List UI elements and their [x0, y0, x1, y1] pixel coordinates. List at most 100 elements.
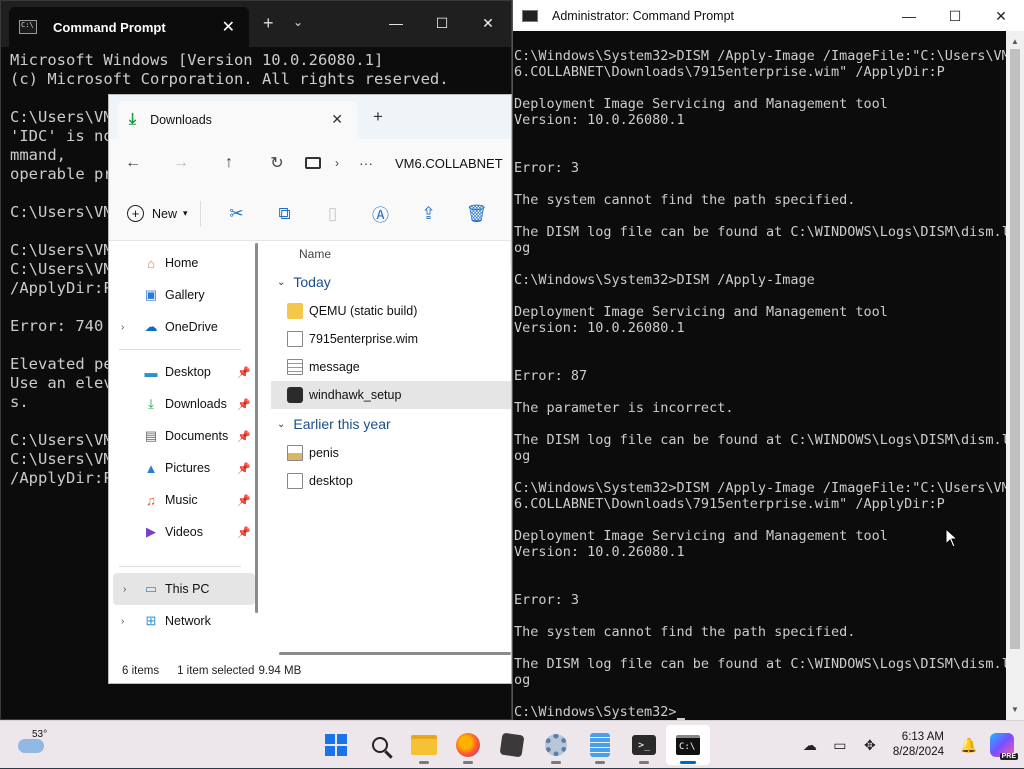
taskbar-notepad[interactable]	[578, 725, 622, 765]
terminal-line: (c) Microsoft Corporation. All rights re…	[10, 70, 449, 88]
rename-icon[interactable]: Ⓐ	[357, 201, 405, 226]
title-bar[interactable]: Administrator: Command Prompt — ☐ ✕	[513, 0, 1024, 31]
terminal-line: og	[514, 672, 531, 688]
copilot-button[interactable]: PRE	[990, 733, 1018, 760]
sidebar-item-gallery[interactable]: ▣ Gallery	[109, 279, 263, 311]
terminal-icon: >_	[632, 735, 656, 755]
terminal-line: The system cannot find the path specifie…	[514, 192, 856, 208]
sidebar-item-network[interactable]: › ⊞ Network	[109, 605, 263, 637]
list-item[interactable]: windhawk_setup	[271, 381, 511, 409]
this-pc-icon[interactable]	[305, 157, 321, 169]
taskbar-file-explorer[interactable]	[402, 725, 446, 765]
pin-icon: 📌	[237, 526, 251, 539]
scroll-down-icon[interactable]: ▼	[1011, 705, 1019, 714]
taskbar-settings[interactable]	[534, 725, 578, 765]
share-icon[interactable]: ⇪	[405, 204, 453, 224]
list-item[interactable]: message	[271, 353, 511, 381]
tab-command-prompt[interactable]: Command Prompt ✕	[9, 7, 249, 47]
group-header-today[interactable]: ⌄ Today	[271, 267, 511, 297]
close-tab-icon[interactable]: ✕	[331, 111, 343, 128]
sidebar-item-videos[interactable]: ▶ Videos 📌	[109, 516, 263, 548]
date: 8/28/2024	[892, 746, 944, 758]
file-icon	[287, 331, 303, 347]
sidebar-item-this-pc[interactable]: › ▭ This PC	[113, 573, 255, 605]
pin-icon: 📌	[237, 494, 251, 507]
terminal-line: Deployment Image Servicing and Managemen…	[514, 96, 888, 112]
temperature: 53°	[32, 729, 48, 740]
terminal-line: Error: 3	[514, 592, 580, 608]
maximize-button[interactable]: ☐	[932, 0, 978, 32]
sidebar-item-downloads[interactable]: ⤓ Downloads 📌	[109, 388, 263, 420]
scrollbar-thumb[interactable]	[1010, 49, 1020, 649]
close-button[interactable]: ✕	[978, 0, 1024, 32]
list-item[interactable]: penis	[271, 439, 511, 467]
taskbar-command-prompt[interactable]: C:\	[666, 725, 710, 765]
chevron-right-icon[interactable]: ›	[123, 584, 126, 595]
close-button[interactable]: ✕	[465, 7, 511, 39]
taskbar-windhawk[interactable]	[490, 725, 534, 765]
horizontal-scrollbar[interactable]	[279, 652, 511, 655]
divider	[119, 349, 241, 350]
new-tab-button[interactable]: +	[263, 13, 274, 34]
accessibility-icon[interactable]: ✥	[859, 734, 881, 756]
notification-bell-icon[interactable]: 🔔	[958, 734, 980, 756]
chevron-down-icon: ⌄	[277, 418, 286, 430]
breadcrumb-overflow-button[interactable]: ···	[359, 155, 373, 171]
forward-button[interactable]: →	[157, 154, 205, 172]
sidebar-item-home[interactable]: ⌂ Home	[109, 247, 263, 279]
copy-icon[interactable]: ⧉	[261, 204, 309, 224]
new-button[interactable]: + New ▾	[127, 205, 188, 222]
sidebar-item-documents[interactable]: ▤ Documents 📌	[109, 420, 263, 452]
network-disconnected-icon[interactable]: ☁	[799, 734, 821, 756]
chevron-right-icon[interactable]: ›	[335, 156, 339, 170]
navigation-pane: ⌂ Home ▣ Gallery › ☁ OneDrive ▬ Desktop …	[109, 241, 263, 659]
display-icon[interactable]: ▭	[829, 734, 851, 756]
delete-icon[interactable]: 🗑	[453, 204, 501, 224]
clock[interactable]: 6:13 AM 8/28/2024	[893, 730, 944, 760]
explorer-body: ⌂ Home ▣ Gallery › ☁ OneDrive ▬ Desktop …	[109, 241, 511, 659]
sidebar-item-desktop[interactable]: ▬ Desktop 📌	[109, 356, 263, 388]
sidebar-item-pictures[interactable]: ▲ Pictures 📌	[109, 452, 263, 484]
back-button[interactable]: ←	[109, 154, 157, 172]
list-item[interactable]: 7915enterprise.wim	[271, 325, 511, 353]
taskbar-terminal[interactable]: >_	[622, 725, 666, 765]
sidebar-item-onedrive[interactable]: › ☁ OneDrive	[109, 311, 263, 343]
maximize-button[interactable]: ☐	[419, 7, 465, 39]
chevron-right-icon[interactable]: ›	[121, 616, 124, 627]
sidebar-item-music[interactable]: ♫ Music 📌	[109, 484, 263, 516]
paste-icon[interactable]: ▯	[309, 204, 357, 224]
column-header-name[interactable]: Name	[271, 241, 511, 267]
terminal-line: Error: 87	[514, 368, 588, 384]
search-button[interactable]	[358, 725, 402, 765]
tab-downloads[interactable]: ⤓ Downloads ✕	[117, 101, 357, 139]
item-count: 6 items	[122, 665, 160, 677]
group-header-earlier-this-year[interactable]: ⌄ Earlier this year	[271, 409, 511, 439]
cmd-icon	[19, 20, 37, 34]
close-tab-icon[interactable]: ✕	[222, 17, 235, 37]
chevron-right-icon[interactable]: ›	[121, 322, 124, 333]
preview-badge: PRE	[999, 753, 1018, 760]
breadcrumb[interactable]: VM6.COLLABNET	[395, 156, 503, 171]
refresh-button[interactable]: ↻	[253, 153, 301, 173]
list-item[interactable]: QEMU (static build)	[271, 297, 511, 325]
tab-dropdown-button[interactable]: ⌄	[293, 15, 303, 29]
start-button[interactable]	[314, 725, 358, 765]
terminal-output[interactable]: C:\Windows\System32>DISM /Apply-Image /I…	[514, 48, 1006, 720]
vertical-scrollbar[interactable]: ▲ ▼	[1006, 31, 1024, 720]
minimize-button[interactable]: —	[886, 0, 932, 32]
weather-widget[interactable]: 53°	[18, 729, 78, 761]
up-button[interactable]: ↑	[205, 154, 253, 172]
time: 6:13 AM	[901, 731, 944, 743]
scroll-up-icon[interactable]: ▲	[1011, 37, 1019, 46]
new-tab-button[interactable]: +	[373, 107, 383, 127]
taskbar-firefox[interactable]	[446, 725, 490, 765]
terminal-line: og	[514, 240, 531, 256]
minimize-button[interactable]: —	[373, 7, 419, 39]
sidebar-scrollbar[interactable]	[255, 243, 258, 613]
cut-icon[interactable]: ✂	[213, 204, 261, 224]
sidebar-item-label: Pictures	[165, 461, 211, 475]
list-item[interactable]: desktop	[271, 467, 511, 495]
